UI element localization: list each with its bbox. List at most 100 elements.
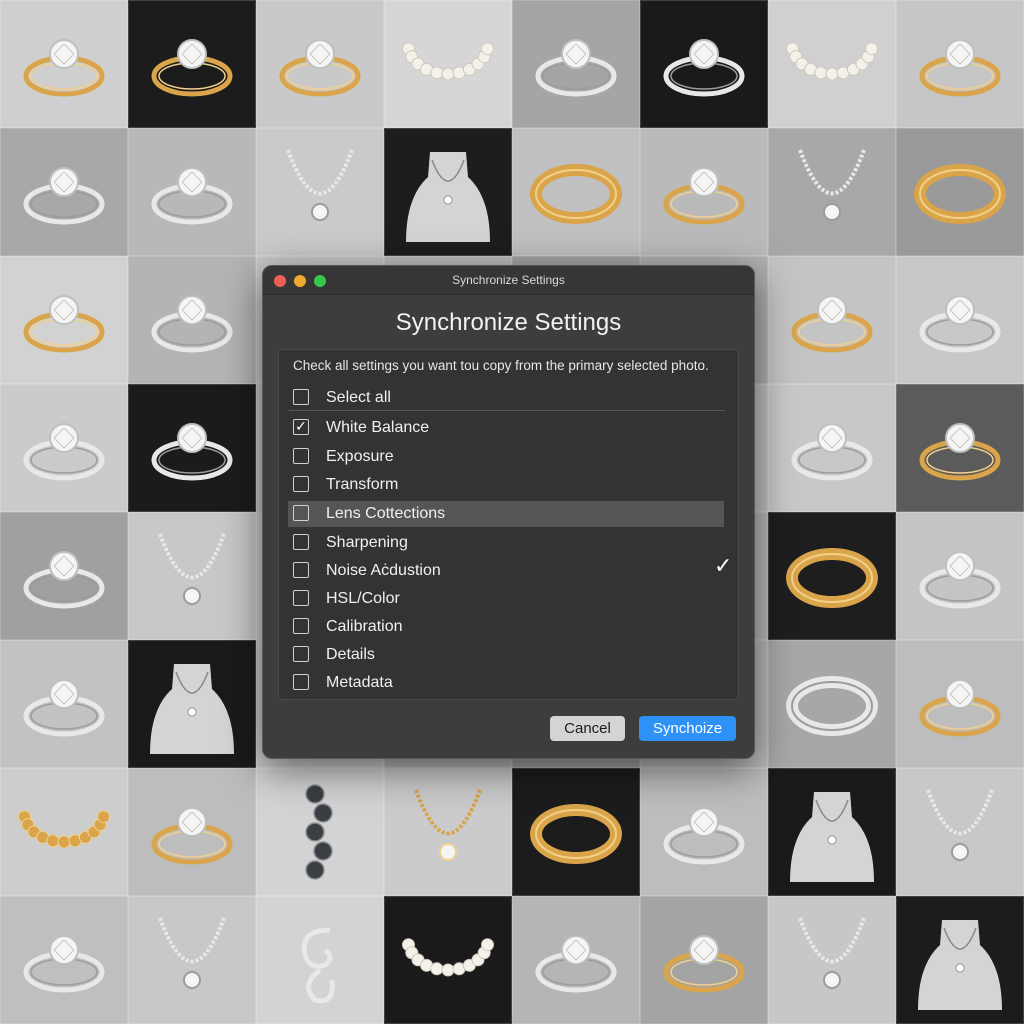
band-icon	[530, 804, 622, 864]
option-row[interactable]: Lens Cottections	[288, 501, 724, 527]
option-checkbox[interactable]	[293, 534, 309, 550]
photo-thumbnail[interactable]	[128, 512, 256, 640]
photo-thumbnail[interactable]	[896, 384, 1024, 512]
necklace-icon	[286, 149, 354, 221]
option-checkbox[interactable]	[293, 674, 309, 690]
photo-thumbnail[interactable]	[128, 256, 256, 384]
option-row[interactable]: ✓ White Balance	[279, 415, 725, 441]
photo-thumbnail[interactable]	[512, 0, 640, 128]
photo-thumbnail[interactable]	[768, 640, 896, 768]
ring-icon	[279, 39, 361, 97]
photo-thumbnail[interactable]	[256, 768, 384, 896]
photo-thumbnail[interactable]	[0, 512, 128, 640]
pearls-icon	[401, 42, 495, 81]
photo-thumbnail[interactable]	[0, 640, 128, 768]
option-row[interactable]: Sharpening	[279, 530, 725, 556]
ring-icon	[151, 167, 233, 225]
photo-thumbnail[interactable]	[128, 640, 256, 768]
photo-thumbnail[interactable]	[256, 128, 384, 256]
photo-thumbnail[interactable]	[768, 512, 896, 640]
photo-thumbnail[interactable]	[768, 896, 896, 1024]
ring-icon	[535, 935, 617, 993]
photo-thumbnail[interactable]	[768, 256, 896, 384]
photo-thumbnail[interactable]	[768, 0, 896, 128]
option-row[interactable]: Metadata	[279, 670, 725, 696]
option-row[interactable]: Select all	[279, 385, 725, 411]
option-checkbox[interactable]	[293, 562, 309, 578]
photo-thumbnail[interactable]	[128, 896, 256, 1024]
photo-thumbnail[interactable]	[256, 896, 384, 1024]
option-label: Metadata	[326, 674, 393, 691]
photo-thumbnail[interactable]	[512, 128, 640, 256]
option-checkbox[interactable]	[293, 618, 309, 634]
photo-thumbnail[interactable]	[384, 768, 512, 896]
photo-thumbnail[interactable]	[128, 384, 256, 512]
option-row[interactable]: Transform	[279, 472, 725, 498]
window-title: Synchronize Settings	[452, 273, 565, 287]
photo-thumbnail[interactable]	[0, 256, 128, 384]
photo-thumbnail[interactable]	[128, 768, 256, 896]
photo-thumbnail[interactable]	[896, 128, 1024, 256]
option-row[interactable]: Details	[279, 642, 725, 668]
option-row[interactable]: Exposure	[279, 444, 725, 470]
divider	[289, 410, 725, 411]
photo-thumbnail[interactable]	[640, 768, 768, 896]
band-icon	[786, 676, 878, 736]
bust-icon	[406, 152, 490, 242]
photo-thumbnail[interactable]	[768, 768, 896, 896]
option-checkbox[interactable]	[293, 448, 309, 464]
option-checkbox[interactable]	[293, 505, 309, 521]
photo-thumbnail[interactable]	[896, 512, 1024, 640]
ring-icon	[919, 679, 1001, 737]
photo-thumbnail[interactable]	[0, 128, 128, 256]
photo-thumbnail[interactable]	[0, 384, 128, 512]
ring-icon	[663, 167, 745, 225]
photo-thumbnail[interactable]	[0, 0, 128, 128]
photo-thumbnail[interactable]	[384, 896, 512, 1024]
photo-thumbnail[interactable]	[0, 768, 128, 896]
photo-thumbnail[interactable]	[896, 0, 1024, 128]
title-bar: Synchronize Settings	[263, 266, 754, 295]
photo-thumbnail[interactable]	[512, 768, 640, 896]
photo-thumbnail[interactable]	[896, 768, 1024, 896]
ring-icon	[151, 39, 233, 97]
dialog-heading: Synchronize Settings	[395, 309, 622, 336]
ring-icon	[151, 423, 233, 481]
photo-thumbnail[interactable]	[384, 0, 512, 128]
photo-thumbnail[interactable]	[640, 896, 768, 1024]
photo-thumbnail[interactable]	[896, 256, 1024, 384]
photo-thumbnail[interactable]	[896, 640, 1024, 768]
photo-thumbnail[interactable]	[128, 0, 256, 128]
ring-icon	[23, 679, 105, 737]
synchronize-button[interactable]: Synchoize	[639, 716, 736, 741]
option-label: Noise Aċdustion	[326, 562, 441, 579]
photo-thumbnail[interactable]	[512, 896, 640, 1024]
option-checkbox[interactable]	[293, 646, 309, 662]
option-row[interactable]: Noise Aċdustion	[279, 558, 725, 584]
photo-thumbnail[interactable]	[640, 128, 768, 256]
ring-icon	[919, 551, 1001, 609]
option-row[interactable]: Calibration	[279, 614, 725, 640]
option-checkbox[interactable]	[293, 476, 309, 492]
photo-thumbnail[interactable]	[0, 896, 128, 1024]
photo-thumbnail[interactable]	[768, 128, 896, 256]
cancel-button[interactable]: Cancel	[550, 716, 625, 741]
photo-thumbnail[interactable]	[896, 896, 1024, 1024]
photo-thumbnail[interactable]	[640, 0, 768, 128]
option-checkbox[interactable]: ✓	[293, 419, 309, 435]
option-checkbox[interactable]	[293, 590, 309, 606]
option-row[interactable]: HSL/Color	[279, 586, 725, 612]
option-label: Details	[326, 646, 375, 663]
photo-thumbnail[interactable]	[768, 384, 896, 512]
option-label: Transform	[326, 476, 399, 493]
ring-icon	[663, 935, 745, 993]
photo-thumbnail[interactable]	[256, 0, 384, 128]
ring-icon	[23, 167, 105, 225]
option-label: Select all	[326, 389, 391, 406]
necklace-icon	[926, 789, 994, 861]
photo-thumbnail[interactable]	[384, 128, 512, 256]
photo-thumbnail[interactable]	[128, 128, 256, 256]
option-checkbox[interactable]	[293, 389, 309, 405]
sync-settings-dialog: Synchronize Settings Synchronize Setting…	[262, 265, 755, 759]
option-label: White Balance	[326, 419, 430, 436]
